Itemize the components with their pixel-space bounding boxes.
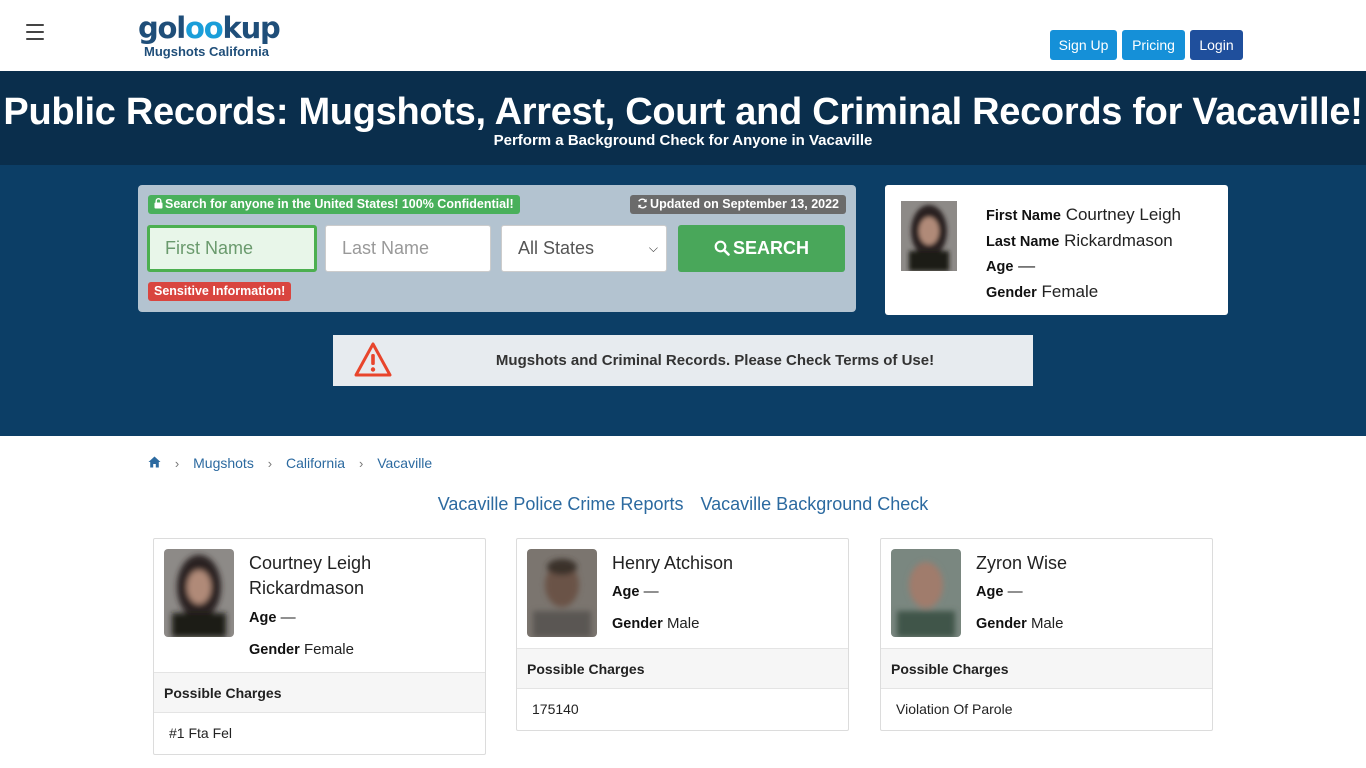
police-reports-link[interactable]: Vacaville Police Crime Reports	[438, 494, 684, 514]
pricing-button[interactable]: Pricing	[1122, 30, 1185, 60]
notice-text: Mugshots and Criminal Records. Please Ch…	[495, 352, 935, 369]
background-check-link[interactable]: Vacaville Background Check	[700, 494, 928, 514]
featured-last-name: Rickardmason	[1064, 230, 1173, 250]
person-name[interactable]: Henry Atchison	[612, 551, 837, 576]
person-gender: Gender Female	[249, 641, 354, 658]
breadcrumb-california[interactable]: California	[286, 455, 345, 471]
home-icon[interactable]	[148, 455, 161, 471]
possible-charges-heading: Possible Charges	[881, 648, 1212, 689]
search-button[interactable]: SEARCH	[678, 225, 845, 272]
state-select[interactable]: All States ⌵	[501, 225, 667, 272]
updated-badge: Updated on September 13, 2022	[630, 195, 846, 214]
search-form: Search for anyone in the United States! …	[138, 185, 856, 312]
page-subtitle: Perform a Background Check for Anyone in…	[493, 132, 873, 149]
mugshot-photo	[164, 549, 234, 637]
search-icon	[714, 240, 730, 256]
state-select-value: All States	[518, 238, 595, 258]
menu-icon[interactable]	[26, 24, 44, 40]
page-title: Public Records: Mugshots, Arrest, Court …	[3, 91, 1363, 133]
breadcrumb-vacaville[interactable]: Vacaville	[377, 455, 432, 471]
person-name[interactable]: Zyron Wise	[976, 551, 1201, 576]
logo-subtitle: Mugshots California	[144, 44, 269, 59]
last-name-input[interactable]: Last Name	[325, 225, 491, 272]
first-name-input[interactable]: First Name	[147, 225, 317, 272]
person-age: Age —	[612, 583, 659, 600]
featured-profile-card[interactable]: First Name Courtney Leigh Last Name Rick…	[885, 185, 1228, 315]
terms-notice: Mugshots and Criminal Records. Please Ch…	[333, 335, 1033, 386]
person-age: Age —	[976, 583, 1023, 600]
sensitive-info-badge: Sensitive Information!	[148, 282, 292, 301]
charge-item: #1 Fta Fel	[169, 725, 233, 741]
chevron-down-icon: ⌵	[648, 241, 658, 255]
person-name[interactable]: Courtney Leigh Rickardmason	[249, 551, 474, 601]
top-navbar: golookup Mugshots California Sign Up Pri…	[0, 0, 1366, 71]
mugshot-card[interactable]: Henry Atchison Age — Gender Male Possibl…	[516, 538, 849, 731]
chevron-right-icon: ›	[267, 455, 273, 471]
mugshot-photo	[901, 201, 957, 271]
hero-search-section: Search for anyone in the United States! …	[0, 165, 1366, 436]
card-header: Courtney Leigh Rickardmason Age — Gender…	[154, 539, 485, 672]
chevron-right-icon: ›	[358, 455, 364, 471]
hero-title-banner: Public Records: Mugshots, Arrest, Court …	[0, 71, 1366, 165]
refresh-icon	[638, 198, 647, 209]
card-header: Henry Atchison Age — Gender Male	[517, 539, 848, 648]
featured-first-name: Courtney Leigh	[1065, 205, 1181, 224]
breadcrumb: › Mugshots › California › Vacaville	[148, 454, 432, 471]
mugshot-card[interactable]: Courtney Leigh Rickardmason Age — Gender…	[153, 538, 486, 755]
sign-up-button[interactable]: Sign Up	[1050, 30, 1117, 60]
mugshot-photo	[891, 549, 961, 637]
charge-item: 175140	[532, 701, 579, 717]
possible-charges-heading: Possible Charges	[517, 648, 848, 689]
breadcrumb-mugshots[interactable]: Mugshots	[193, 455, 254, 471]
card-header: Zyron Wise Age — Gender Male	[881, 539, 1212, 648]
chevron-right-icon: ›	[174, 455, 180, 471]
featured-profile-info: First Name Courtney Leigh Last Name Rick…	[986, 205, 1181, 301]
confidential-badge: Search for anyone in the United States! …	[148, 195, 520, 214]
possible-charges-heading: Possible Charges	[154, 672, 485, 713]
charge-item: Violation Of Parole	[896, 701, 1013, 717]
logo-wordmark: golookup	[138, 11, 281, 45]
person-gender: Gender Male	[976, 615, 1064, 632]
site-logo[interactable]: golookup Mugshots California	[138, 11, 281, 59]
mugshot-photo	[527, 549, 597, 637]
featured-age: —	[1018, 256, 1036, 275]
related-links: Vacaville Police Crime Reports Vacaville…	[0, 494, 1366, 515]
lock-icon	[154, 198, 163, 209]
featured-gender: Female	[1041, 281, 1099, 301]
mugshot-card[interactable]: Zyron Wise Age — Gender Male Possible Ch…	[880, 538, 1213, 731]
person-age: Age —	[249, 609, 296, 626]
login-button[interactable]: Login	[1190, 30, 1243, 60]
person-gender: Gender Male	[612, 615, 700, 632]
